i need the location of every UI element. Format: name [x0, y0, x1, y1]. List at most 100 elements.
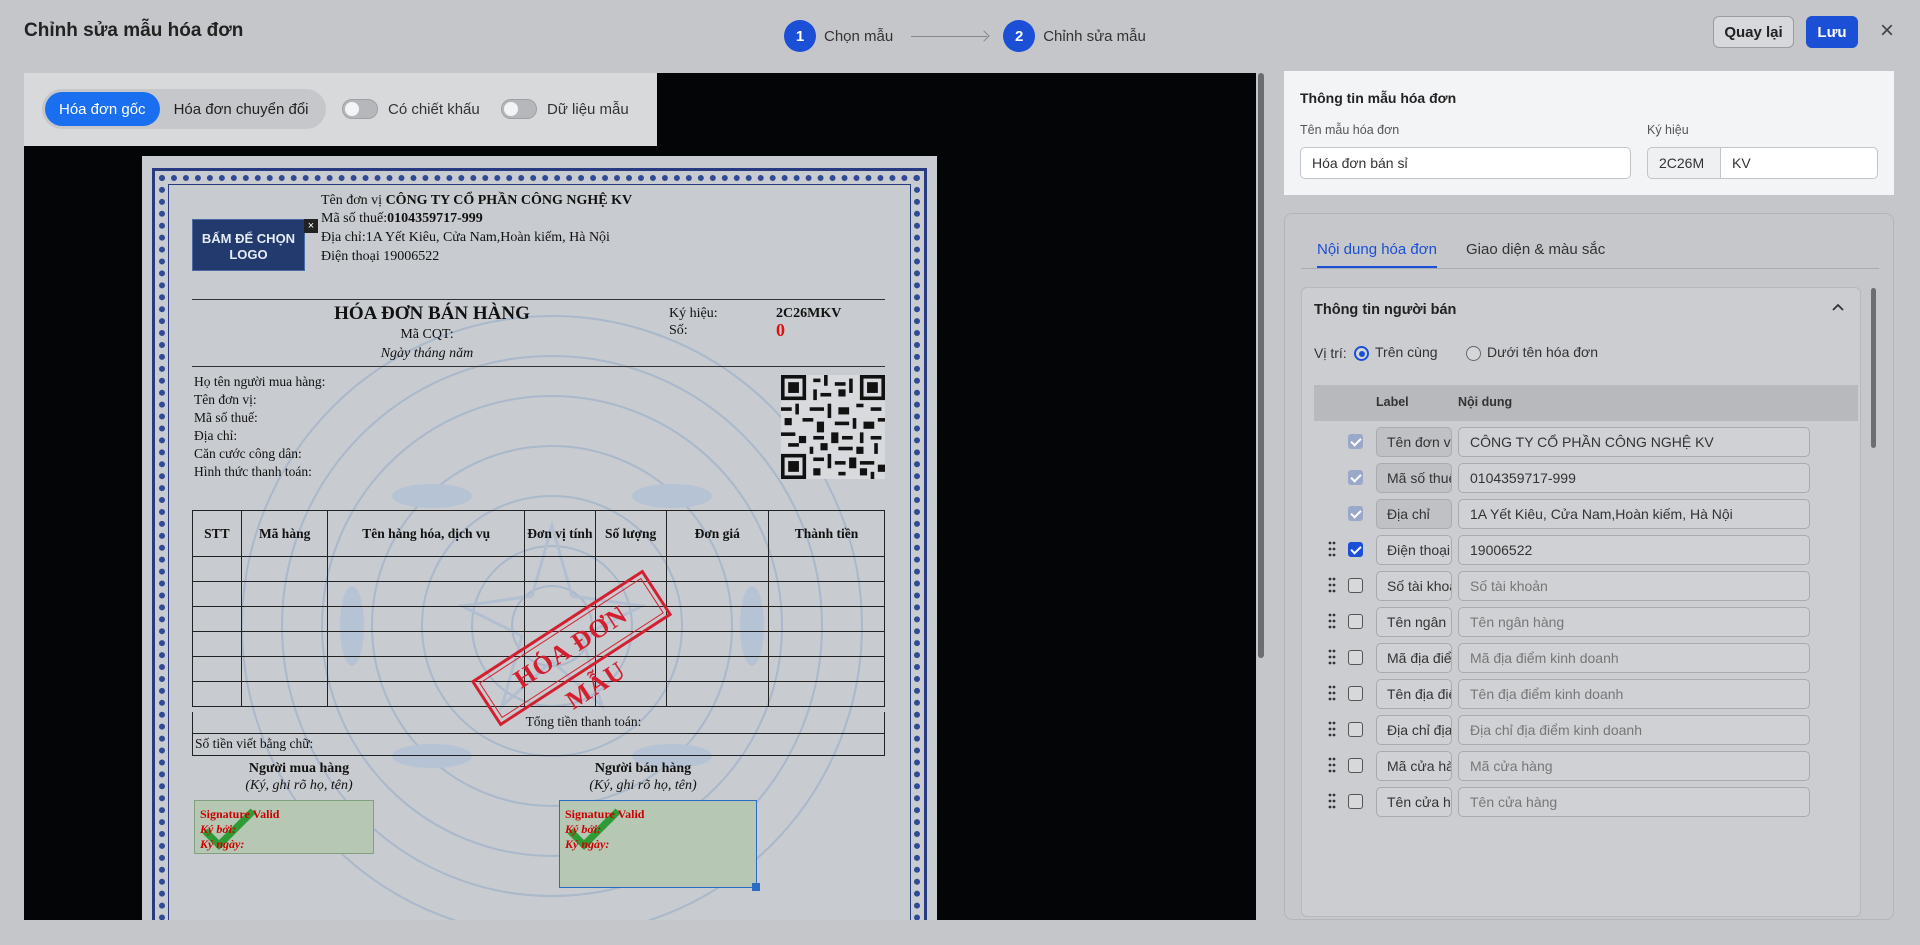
active-tab-indicator — [1317, 266, 1437, 268]
drag-handle-icon[interactable] — [1328, 541, 1336, 557]
step-1-label: Chọn mẫu — [824, 27, 894, 45]
field-checkbox[interactable] — [1348, 614, 1363, 629]
settings-scrollbar[interactable] — [1871, 288, 1876, 448]
field-value-input[interactable]: 19006522 — [1458, 535, 1810, 565]
logo-upload-button[interactable]: BẤM ĐỂ CHỌN LOGO — [192, 219, 305, 271]
resize-handle[interactable] — [752, 883, 760, 891]
field-value-input[interactable]: 1A Yết Kiêu, Cửa Nam,Hoàn kiếm, Hà Nội — [1458, 499, 1810, 529]
template-info-title: Thông tin mẫu hóa đơn — [1300, 90, 1457, 106]
field-label-input[interactable]: Điện thoại — [1376, 535, 1452, 565]
field-checkbox[interactable] — [1348, 506, 1363, 521]
field-checkbox[interactable] — [1348, 686, 1363, 701]
logo-remove-icon[interactable]: × — [304, 219, 318, 233]
seller-info-section: Thông tin người bán Vị trí: Trên cùng Dư… — [1301, 287, 1861, 917]
field-value-input[interactable]: Địa chỉ địa điểm kinh doanh — [1458, 715, 1810, 745]
tab-appearance[interactable]: Giao diện & màu sắc — [1466, 241, 1605, 258]
field-value-input[interactable]: Tên cửa hàng — [1458, 787, 1810, 817]
field-checkbox[interactable] — [1348, 794, 1363, 809]
symbol-label: Ký hiệu — [1647, 123, 1689, 137]
seller-signature-box[interactable]: Signature Valid Ký bởi: Ký ngày: — [559, 800, 760, 891]
drag-handle-icon[interactable] — [1328, 721, 1336, 737]
drag-handle-icon[interactable] — [1328, 685, 1336, 701]
drag-handle-icon[interactable] — [1328, 649, 1336, 665]
list-item: Điện thoại 19006522 — [1314, 532, 1858, 568]
field-label-input[interactable]: Tên ngân hàng — [1376, 607, 1452, 637]
field-checkbox[interactable] — [1348, 470, 1363, 485]
list-item: Tên ngân hàngTên ngân hàng — [1314, 604, 1858, 640]
field-label-input[interactable]: Tên đơn vị — [1376, 427, 1452, 457]
list-item: Mã địa điểmMã địa điểm kinh doanh — [1314, 640, 1858, 676]
segment-converted-invoice[interactable]: Hóa đơn chuyển đổi — [160, 92, 323, 126]
close-icon[interactable]: × — [1876, 19, 1898, 43]
save-button[interactable]: Lưu — [1806, 16, 1858, 48]
total-row: Tổng tiền thanh toán: — [192, 712, 885, 734]
field-value-input[interactable]: 0104359717-999 — [1458, 463, 1810, 493]
field-label-input[interactable]: Địa chỉ — [1376, 499, 1452, 529]
field-label-input[interactable]: Mã cửa hàng — [1376, 751, 1452, 781]
buyer-sign-title: Người mua hàng — [248, 761, 350, 776]
field-checkbox[interactable] — [1348, 434, 1363, 449]
logo-text-1: BẤM ĐỂ CHỌN — [201, 231, 296, 246]
table-row — [192, 581, 885, 607]
drag-handle-icon[interactable] — [1328, 577, 1336, 593]
seller-address: Địa chỉ:1A Yết Kiêu, Cửa Nam,Hoàn kiếm, … — [321, 230, 610, 245]
col-quantity: Số lượng — [594, 510, 667, 557]
col-item-name: Tên hàng hóa, dịch vụ — [327, 510, 525, 557]
tab-invoice-content[interactable]: Nội dung hóa đơn — [1317, 241, 1437, 258]
qr-code-icon — [781, 375, 885, 479]
field-label-input[interactable]: Số tài khoản — [1376, 571, 1452, 601]
list-item: Tên cửa hàngTên cửa hàng — [1314, 784, 1858, 820]
field-checkbox[interactable] — [1348, 578, 1363, 593]
field-label-input[interactable]: Mã số thuế — [1376, 463, 1452, 493]
col-label-header: Label — [1376, 395, 1409, 409]
invoice-number-label: Số: — [669, 323, 688, 338]
col-unit-price: Đơn giá — [665, 510, 770, 557]
seller-sig-by: Ký bởi: — [565, 822, 602, 836]
col-content-header: Nội dung — [1458, 395, 1513, 409]
segment-original-invoice[interactable]: Hóa đơn gốc — [45, 92, 160, 126]
field-checkbox[interactable] — [1348, 758, 1363, 773]
field-label-input[interactable]: Địa chỉ địa điểm — [1376, 715, 1452, 745]
col-stt: STT — [192, 510, 242, 557]
field-label-input[interactable]: Mã địa điểm — [1376, 643, 1452, 673]
field-value-input[interactable]: Số tài khoản — [1458, 571, 1810, 601]
field-value-input[interactable]: Mã cửa hàng — [1458, 751, 1810, 781]
buyer-sig-date: Ký ngày: — [200, 837, 245, 851]
tabs-divider — [1301, 268, 1879, 269]
sample-data-toggle[interactable] — [501, 99, 537, 119]
back-button[interactable]: Quay lại — [1713, 16, 1794, 48]
drag-handle-icon[interactable] — [1328, 793, 1336, 809]
drag-handle-icon[interactable] — [1328, 613, 1336, 629]
template-name-input[interactable] — [1300, 147, 1631, 179]
preview-scrollbar[interactable] — [1258, 73, 1264, 658]
radio-top-label: Trên cùng — [1375, 344, 1438, 360]
seller-name-line: Tên đơn vị CÔNG TY CỔ PHẦN CÔNG NGHỆ KV — [321, 193, 632, 209]
buyer-sig-valid: Signature Valid — [200, 807, 280, 821]
col-item-code: Mã hàng — [240, 510, 329, 557]
field-value-input[interactable]: CÔNG TY CỔ PHẦN CÔNG NGHỆ KV — [1458, 427, 1810, 457]
seller-tax-line: Mã số thuế:0104359717-999 — [321, 211, 483, 227]
chevron-up-icon[interactable] — [1830, 300, 1846, 316]
discount-toggle[interactable] — [342, 99, 378, 119]
field-checkbox[interactable] — [1348, 650, 1363, 665]
field-label-input[interactable]: Tên địa điểm — [1376, 679, 1452, 709]
drag-handle-icon[interactable] — [1328, 757, 1336, 773]
field-value-input[interactable]: Tên ngân hàng — [1458, 607, 1810, 637]
field-value-input[interactable]: Tên địa điểm kinh doanh — [1458, 679, 1810, 709]
seller-tax-label: Mã số thuế: — [321, 211, 388, 226]
radio-top[interactable] — [1354, 346, 1369, 361]
seller-sig-valid: Signature Valid — [565, 807, 645, 821]
field-value-input[interactable]: Mã địa điểm kinh doanh — [1458, 643, 1810, 673]
step-2[interactable]: 2 Chỉnh sửa mẫu — [1003, 20, 1146, 52]
sample-data-toggle-label: Dữ liệu mẫu — [547, 100, 629, 118]
seller-sig-date: Ký ngày: — [565, 837, 610, 851]
field-checkbox[interactable] — [1348, 542, 1363, 557]
field-checkbox[interactable] — [1348, 722, 1363, 737]
divider — [192, 366, 885, 367]
symbol-suffix-input[interactable] — [1720, 147, 1878, 179]
step-1[interactable]: 1 Chọn mẫu — [784, 20, 893, 52]
radio-below-title[interactable] — [1466, 346, 1481, 361]
field-label-input[interactable]: Tên cửa hàng — [1376, 787, 1452, 817]
seller-sign-title: Người bán hàng — [594, 761, 692, 776]
sample-data-toggle-group: Dữ liệu mẫu — [501, 99, 629, 119]
